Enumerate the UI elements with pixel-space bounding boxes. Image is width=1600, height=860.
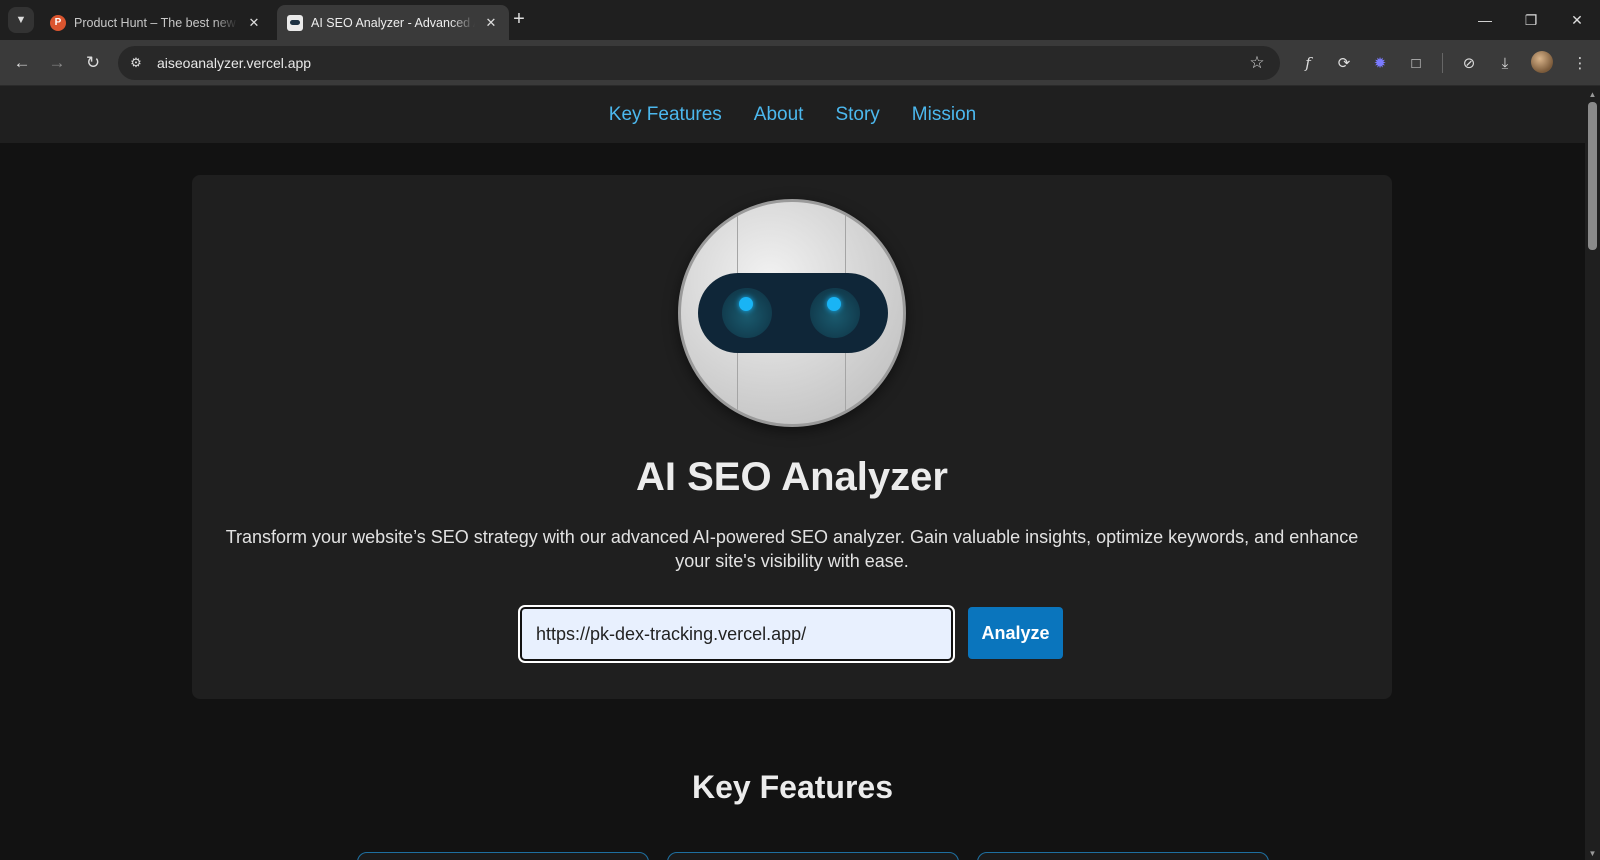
gear-extension-icon[interactable]: ✹: [1367, 50, 1393, 76]
back-arrow-icon[interactable]: ←: [8, 49, 36, 77]
page-scrollbar[interactable]: ▲ ▼: [1585, 86, 1600, 860]
site-nav: Key Features About Story Mission: [0, 86, 1585, 143]
kebab-menu-icon[interactable]: ⋮: [1567, 50, 1593, 76]
hero-description: Transform your website’s SEO strategy wi…: [225, 527, 1359, 571]
tab-search-chevron-icon[interactable]: ▼: [8, 7, 34, 33]
extensions-puzzle-icon[interactable]: □: [1403, 50, 1429, 76]
download-icon[interactable]: ⤓: [1492, 50, 1518, 76]
feature-card: [357, 852, 649, 860]
scroll-thumb[interactable]: [1588, 102, 1597, 250]
scroll-down-arrow-icon[interactable]: ▼: [1588, 849, 1597, 858]
analyze-button[interactable]: Analyze: [968, 607, 1063, 659]
restore-icon[interactable]: ❐: [1508, 0, 1554, 40]
address-url[interactable]: aiseoanalyzer.vercel.app: [157, 55, 1242, 71]
close-icon[interactable]: ✕: [246, 15, 262, 31]
profile-avatar[interactable]: [1531, 51, 1553, 73]
forward-arrow-icon[interactable]: →: [43, 49, 71, 77]
close-icon[interactable]: ✕: [483, 15, 499, 31]
scroll-up-arrow-icon[interactable]: ▲: [1588, 90, 1597, 99]
formula-extension-icon[interactable]: f: [1295, 50, 1321, 76]
nav-link-about[interactable]: About: [754, 104, 804, 126]
new-tab-plus-icon[interactable]: +: [507, 8, 531, 32]
feature-card: [977, 852, 1269, 860]
bookmark-star-icon[interactable]: ☆: [1242, 53, 1272, 73]
reload-icon[interactable]: ↻: [79, 49, 107, 77]
hero-card: AI SEO Analyzer Transform your website’s…: [192, 175, 1392, 699]
product-hunt-icon: P: [50, 14, 66, 31]
robot-mascot-image: [678, 199, 906, 427]
page-viewport: Key Features About Story Mission AI SEO …: [0, 86, 1585, 860]
toolbar-divider: [1442, 53, 1443, 73]
tab-ai-seo-analyzer[interactable]: AI SEO Analyzer - Advanced AI-powered SE…: [277, 5, 509, 40]
eye-glow: [739, 297, 753, 311]
site-info-icon[interactable]: ⚙: [121, 48, 151, 78]
tab-strip: ▼ P Product Hunt – The best new products…: [0, 0, 1600, 40]
eye-glow: [827, 297, 841, 311]
performance-icon[interactable]: ⊘: [1456, 50, 1482, 76]
browser-toolbar: ← → ↻ ⚙ aiseoanalyzer.vercel.app ☆ f ⟳ ✹…: [0, 40, 1600, 86]
address-bar[interactable]: ⚙ aiseoanalyzer.vercel.app ☆: [118, 46, 1280, 80]
page-title: AI SEO Analyzer: [636, 455, 948, 499]
window-close-icon[interactable]: ✕: [1554, 0, 1600, 40]
nav-link-story[interactable]: Story: [835, 104, 879, 126]
feature-card: [667, 852, 959, 860]
robot-right-eye: [810, 288, 860, 338]
tab-title: Product Hunt – The best new products in …: [74, 15, 238, 30]
url-input[interactable]: [518, 605, 955, 663]
nav-link-mission[interactable]: Mission: [912, 104, 976, 126]
robot-visor: [698, 273, 888, 353]
nav-link-key-features[interactable]: Key Features: [609, 104, 722, 126]
robot-icon: [287, 14, 303, 31]
tab-title: AI SEO Analyzer - Advanced AI-powered SE…: [311, 15, 475, 30]
key-features-heading: Key Features: [692, 769, 893, 805]
robot-left-eye: [722, 288, 772, 338]
sync-extension-icon[interactable]: ⟳: [1331, 50, 1357, 76]
tab-product-hunt[interactable]: P Product Hunt – The best new products i…: [40, 5, 272, 40]
minimize-icon[interactable]: —: [1462, 0, 1508, 40]
